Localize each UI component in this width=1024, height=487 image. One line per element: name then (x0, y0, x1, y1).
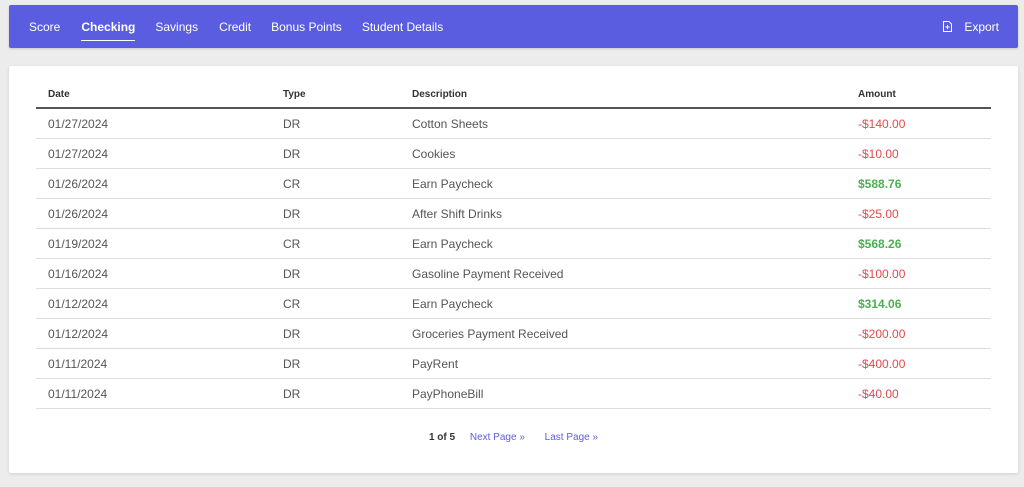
tab-score[interactable]: Score (29, 5, 60, 48)
next-page-link[interactable]: Next Page » (470, 432, 525, 443)
export-button[interactable]: Export (943, 5, 999, 48)
tab-checking[interactable]: Checking (81, 5, 136, 48)
cell-description: Earn Paycheck (400, 288, 846, 319)
column-header-type[interactable]: Type (271, 81, 400, 109)
cell-type: DR (271, 378, 400, 409)
cell-date: 01/26/2024 (36, 198, 271, 229)
cell-description: Cotton Sheets (400, 108, 846, 139)
table-row: 01/19/2024 CR Earn Paycheck $568.26 (36, 228, 991, 259)
cell-description: Groceries Payment Received (400, 318, 846, 349)
pagination: 1 of 5 Next Page » Last Page » (9, 432, 1018, 443)
cell-type: DR (271, 108, 400, 139)
cell-description: After Shift Drinks (400, 198, 846, 229)
export-label: Export (964, 19, 999, 34)
cell-type: CR (271, 168, 400, 199)
table-body: 01/27/2024 DR Cotton Sheets -$140.00 01/27/2… (36, 108, 991, 409)
cell-description: Cookies (400, 138, 846, 169)
table-row: 01/16/2024 DR Gasoline Payment Received -$1… (36, 258, 991, 289)
cell-date: 01/16/2024 (36, 258, 271, 289)
cell-type: DR (271, 318, 400, 349)
cell-date: 01/11/2024 (36, 378, 271, 409)
last-page-link[interactable]: Last Page » (545, 432, 598, 443)
cell-amount: -$200.00 (846, 318, 991, 349)
cell-date: 01/26/2024 (36, 168, 271, 199)
column-header-date[interactable]: Date (36, 81, 271, 109)
page-count: 1 of 5 (428, 432, 456, 443)
transactions-table: Date Type Description Amount 01/27/2024 D… (36, 81, 991, 409)
cell-type: CR (271, 288, 400, 319)
table-row: 01/11/2024 DR PayPhoneBill -$40.00 (36, 378, 991, 409)
cell-amount: -$100.00 (846, 258, 991, 289)
tab-bonus-points[interactable]: Bonus Points (271, 5, 342, 48)
cell-description: PayRent (400, 348, 846, 379)
cell-type: CR (271, 228, 400, 259)
cell-amount: -$140.00 (846, 108, 991, 139)
table-row: 01/26/2024 DR After Shift Drinks -$25.00 (36, 198, 991, 229)
cell-date: 01/19/2024 (36, 228, 271, 259)
table-row: 01/27/2024 DR Cotton Sheets -$140.00 (36, 108, 991, 139)
table-row: 01/27/2024 DR Cookies -$10.00 (36, 138, 991, 169)
column-header-description[interactable]: Description (400, 81, 846, 109)
cell-description: PayPhoneBill (400, 378, 846, 409)
file-export-icon (943, 21, 953, 32)
cell-amount: $314.06 (846, 288, 991, 319)
tab-student-details[interactable]: Student Details (362, 5, 443, 48)
tab-savings[interactable]: Savings (155, 5, 198, 48)
cell-type: DR (271, 138, 400, 169)
cell-amount: $568.26 (846, 228, 991, 259)
table-row: 01/12/2024 CR Earn Paycheck $314.06 (36, 288, 991, 319)
cell-amount: -$10.00 (846, 138, 991, 169)
tab-credit[interactable]: Credit (219, 5, 251, 48)
cell-type: DR (271, 198, 400, 229)
top-nav-bar: Score Checking Savings Credit Bonus Poin… (9, 5, 1018, 48)
transactions-card: Date Type Description Amount 01/27/2024 D… (9, 66, 1018, 473)
table-row: 01/11/2024 DR PayRent -$400.00 (36, 348, 991, 379)
cell-date: 01/12/2024 (36, 318, 271, 349)
column-header-amount[interactable]: Amount (846, 81, 991, 109)
cell-type: DR (271, 348, 400, 379)
cell-amount: $588.76 (846, 168, 991, 199)
cell-date: 01/11/2024 (36, 348, 271, 379)
table-row: 01/12/2024 DR Groceries Payment Received -$… (36, 318, 991, 349)
table-row: 01/26/2024 CR Earn Paycheck $588.76 (36, 168, 991, 199)
cell-amount: -$400.00 (846, 348, 991, 379)
cell-description: Earn Paycheck (400, 168, 846, 199)
cell-date: 01/27/2024 (36, 138, 271, 169)
cell-date: 01/27/2024 (36, 108, 271, 139)
cell-amount: -$40.00 (846, 378, 991, 409)
cell-type: DR (271, 258, 400, 289)
cell-description: Gasoline Payment Received (400, 258, 846, 289)
table-header-row: Date Type Description Amount (36, 81, 991, 109)
cell-description: Earn Paycheck (400, 228, 846, 259)
cell-date: 01/12/2024 (36, 288, 271, 319)
cell-amount: -$25.00 (846, 198, 991, 229)
nav-tabs: Score Checking Savings Credit Bonus Poin… (9, 5, 443, 48)
